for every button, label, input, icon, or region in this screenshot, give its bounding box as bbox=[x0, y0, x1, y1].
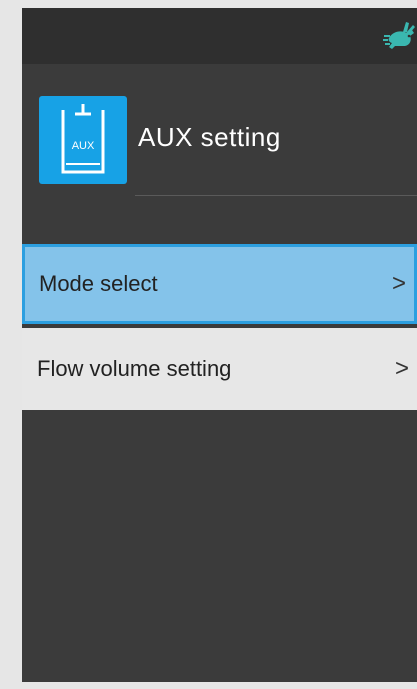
menu-item-label: Flow volume setting bbox=[37, 356, 232, 381]
menu-item-label: Mode select bbox=[39, 271, 158, 296]
device-screen: AUX AUX setting Mode select > Flow volum… bbox=[22, 8, 417, 682]
chevron-right-icon: > bbox=[391, 270, 406, 297]
menu-item-mode-select[interactable]: Mode select > bbox=[22, 244, 417, 324]
menu-item-flow-volume-setting[interactable]: Flow volume setting > bbox=[22, 324, 417, 410]
header-divider bbox=[135, 195, 417, 196]
status-bar bbox=[22, 8, 417, 64]
chevron-right-icon: > bbox=[394, 355, 409, 382]
aux-tile-label: AUX bbox=[71, 140, 95, 152]
rabbit-fast-mode-icon bbox=[383, 22, 415, 49]
aux-tile: AUX bbox=[39, 96, 127, 184]
settings-menu: Mode select > Flow volume setting > bbox=[22, 244, 417, 410]
page-header: AUX AUX setting bbox=[22, 64, 417, 196]
page-title: AUX setting bbox=[138, 122, 281, 152]
